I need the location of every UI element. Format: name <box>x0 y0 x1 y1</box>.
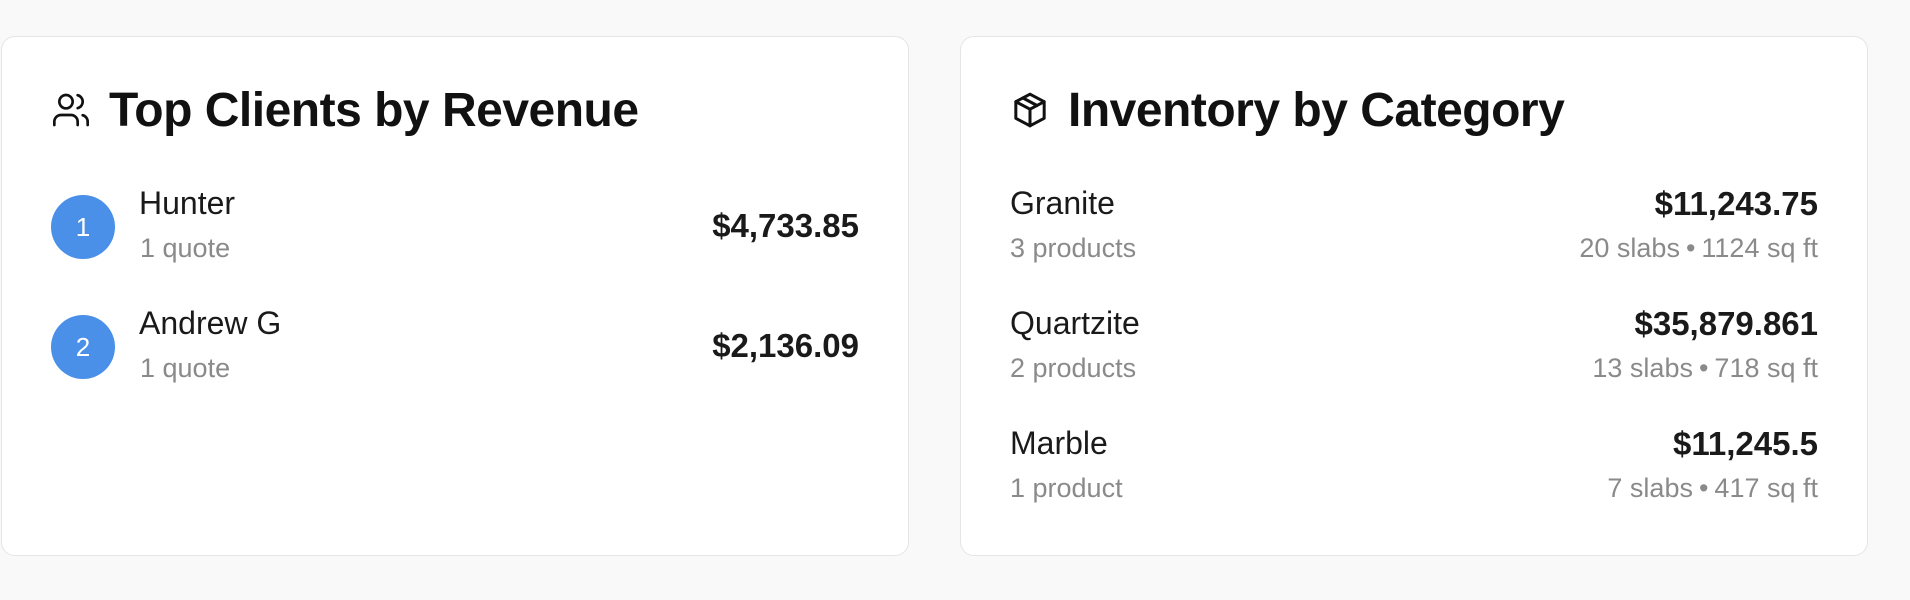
client-quote-count: 1 quote <box>140 233 231 263</box>
separator-dot: • <box>1698 473 1709 503</box>
category-area: 718 sq ft <box>1714 353 1818 383</box>
inventory-title: Inventory by Category <box>1068 83 1565 137</box>
category-name: Quartzite <box>1010 305 1140 341</box>
category-name: Marble <box>1010 425 1108 461</box>
package-icon <box>1010 90 1050 130</box>
category-stock-detail: 13 slabs • 718 sq ft <box>1592 353 1818 384</box>
category-value: $11,245.5 <box>1673 425 1818 462</box>
client-revenue: $2,136.09 <box>712 327 859 364</box>
top-clients-card: Top Clients by Revenue 1 Hunter 1 quote … <box>1 36 909 556</box>
category-slabs: 7 slabs <box>1607 473 1693 503</box>
top-clients-header: Top Clients by Revenue <box>51 75 639 145</box>
client-row[interactable]: 2 Andrew G 1 quote $2,136.09 <box>51 305 859 425</box>
rank-badge: 1 <box>51 195 115 259</box>
client-quote-count: 1 quote <box>140 353 231 383</box>
category-slabs: 20 slabs <box>1579 233 1680 263</box>
category-stock-detail: 7 slabs • 417 sq ft <box>1607 473 1818 504</box>
category-area: 1124 sq ft <box>1701 233 1818 263</box>
client-revenue: $4,733.85 <box>712 207 859 244</box>
client-row[interactable]: 1 Hunter 1 quote $4,733.85 <box>51 185 859 305</box>
category-row[interactable]: Quartzite 2 products $35,879.861 13 slab… <box>1010 305 1818 425</box>
rank-badge: 2 <box>51 315 115 379</box>
client-name: Andrew G <box>139 305 282 341</box>
category-name: Granite <box>1010 185 1115 221</box>
category-row[interactable]: Granite 3 products $11,243.75 20 slabs • 1… <box>1010 185 1818 305</box>
inventory-header: Inventory by Category <box>1010 75 1565 145</box>
category-row[interactable]: Marble 1 product $11,245.5 7 slabs • 417 s… <box>1010 425 1818 545</box>
category-value: $11,243.75 <box>1654 185 1818 222</box>
category-product-count: 3 products <box>1010 233 1137 263</box>
separator-dot: • <box>1698 353 1709 383</box>
users-icon <box>51 90 91 130</box>
inventory-card: Inventory by Category Granite 3 products… <box>960 36 1868 556</box>
category-area: 417 sq ft <box>1714 473 1818 503</box>
client-name: Hunter <box>139 185 236 221</box>
category-stock-detail: 20 slabs • 1124 sq ft <box>1579 233 1818 264</box>
category-product-count: 1 product <box>1010 473 1123 503</box>
separator-dot: • <box>1685 233 1696 263</box>
top-clients-title: Top Clients by Revenue <box>109 83 639 137</box>
category-product-count: 2 products <box>1010 353 1137 383</box>
category-value: $35,879.861 <box>1634 305 1818 342</box>
client-list: 1 Hunter 1 quote $4,733.85 2 Andrew G 1 … <box>51 185 859 425</box>
category-slabs: 13 slabs <box>1592 353 1693 383</box>
category-list: Granite 3 products $11,243.75 20 slabs • 1… <box>1010 185 1818 545</box>
